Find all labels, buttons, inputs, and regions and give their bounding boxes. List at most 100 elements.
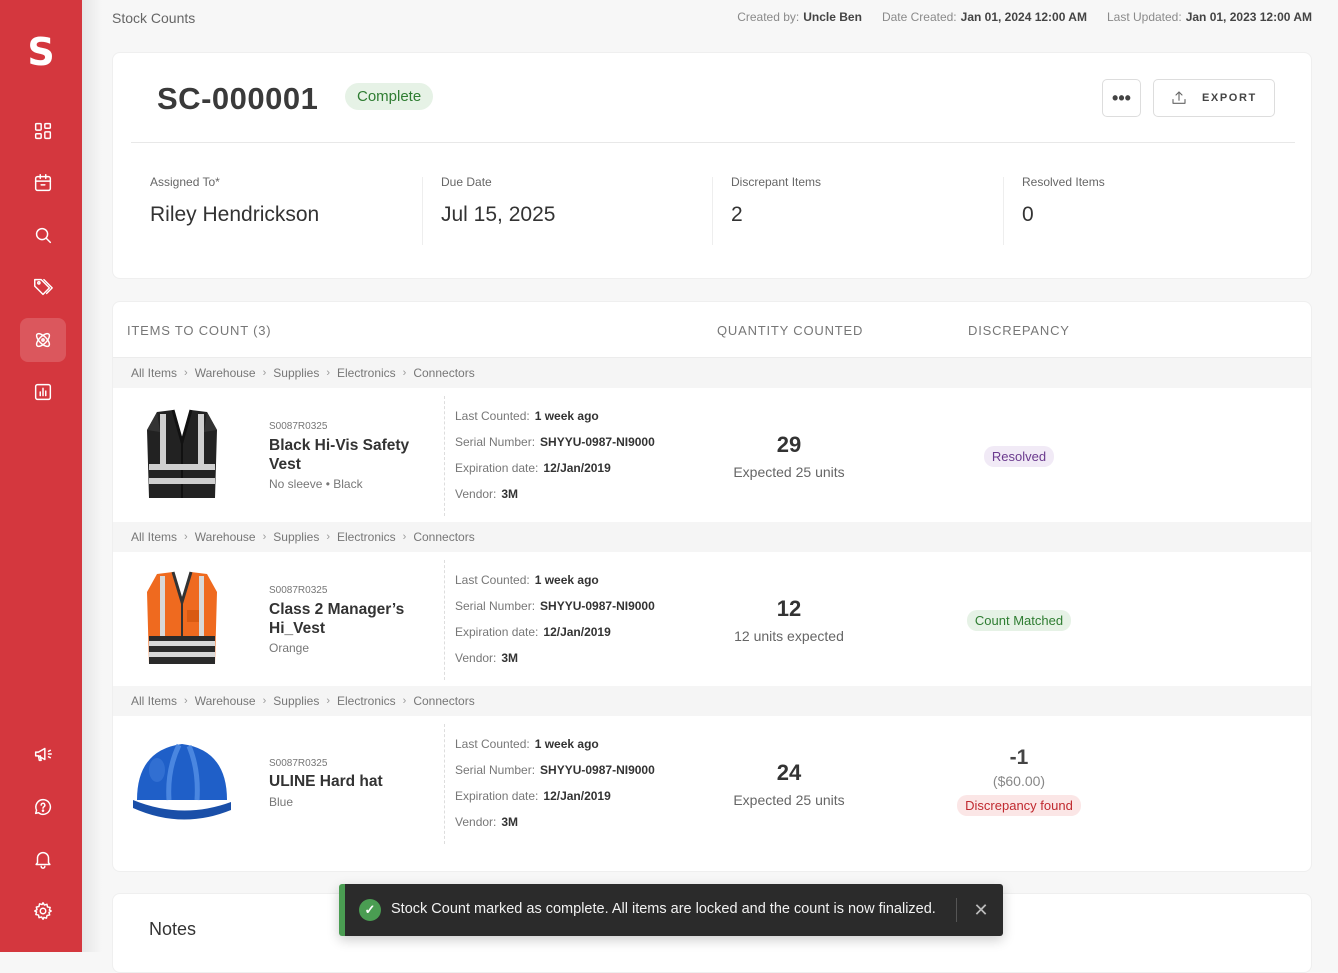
chevron-right-icon: › [262, 367, 267, 379]
last-updated-value: Jan 01, 2023 12:00 AM [1185, 10, 1312, 24]
detail-value: 1 week ago [534, 573, 599, 587]
path-segment[interactable]: Supplies [273, 530, 319, 544]
created-by-label: Created by: [737, 10, 800, 24]
export-button[interactable]: EXPORT [1153, 79, 1275, 117]
notes-title: Notes [149, 919, 197, 939]
quantity-value: 29 [776, 432, 802, 457]
sidebar-item-reports[interactable] [20, 370, 66, 414]
detail-value: SHYYU-0987-NI9000 [540, 599, 655, 613]
discrepancy-amount: ($60.00) [992, 773, 1046, 789]
path-segment[interactable]: Connectors [413, 366, 474, 380]
search-icon [35, 227, 52, 244]
item-name[interactable]: Class 2 Manager’s Hi_Vest [269, 600, 439, 638]
sidebar-item-help[interactable] [20, 785, 66, 829]
sidebar-item-announcements[interactable] [20, 732, 66, 776]
sidebar-shadow [82, 0, 102, 952]
quantity-expected: Expected 25 units [733, 464, 845, 480]
path-segment[interactable]: Electronics [337, 366, 396, 380]
item-variant: Orange [269, 641, 310, 655]
check-circle-icon: ✓ [359, 899, 381, 921]
column-header-discrepancy: DISCREPANCY [968, 323, 1070, 338]
item-name[interactable]: Black Hi-Vis Safety Vest [269, 436, 439, 474]
path-segment[interactable]: Warehouse [195, 694, 256, 708]
stat-value[interactable]: Jul 15, 2025 [441, 203, 555, 227]
discrepancy-cell: Count Matched [939, 610, 1099, 631]
detail-value: 3M [501, 487, 519, 501]
detail-label: Serial Number: [455, 599, 536, 613]
row-divider [444, 396, 445, 516]
table-row[interactable]: S0087R0325 ULINE Hard hat Blue Last Coun… [113, 716, 1311, 850]
stat-value: 2 [731, 203, 743, 226]
chevron-right-icon: › [184, 695, 188, 707]
sidebar-item-notifications[interactable] [20, 837, 66, 881]
sidebar-item-tags[interactable] [20, 265, 66, 309]
path-segment[interactable]: Supplies [273, 366, 319, 380]
orange-vest-image [147, 571, 217, 664]
last-counted: Last Counted: 1 week ago [455, 737, 599, 751]
chevron-right-icon: › [262, 695, 267, 707]
stat-label: Resolved Items [1022, 175, 1105, 189]
path-segment[interactable]: Connectors [413, 530, 474, 544]
item-name[interactable]: ULINE Hard hat [269, 772, 439, 791]
table-row[interactable]: S0087R0325 Class 2 Manager’s Hi_Vest Ora… [113, 552, 1311, 686]
path-segment[interactable]: Warehouse [195, 366, 256, 380]
chevron-right-icon: › [402, 531, 407, 543]
sidebar-item-settings[interactable] [20, 889, 66, 933]
path-segment[interactable]: Electronics [337, 530, 396, 544]
status-badge: Resolved [983, 446, 1055, 467]
item-location-path: All Items › Warehouse › Supplies › Electron… [113, 522, 1311, 552]
detail-value: SHYYU-0987-NI9000 [540, 435, 655, 449]
stock-count-id: SC-000001 [157, 81, 319, 116]
close-icon[interactable]: ✕ [968, 898, 994, 922]
path-segment[interactable]: Connectors [413, 694, 474, 708]
item-variant: No sleeve • Black [269, 477, 363, 491]
stat-label: Due Date [441, 175, 492, 189]
path-segment[interactable]: All Items [131, 366, 177, 380]
stat-divider [422, 177, 423, 245]
vendor: Vendor: 3M [455, 651, 518, 665]
more-icon: ••• [1112, 87, 1131, 108]
date-created-label: Date Created: [881, 10, 957, 24]
export-label: EXPORT [1202, 92, 1257, 104]
last-updated-label: Last Updated: [1106, 10, 1182, 24]
sidebar-item-stock-counts[interactable] [20, 318, 66, 362]
path-segment[interactable]: Electronics [337, 694, 396, 708]
detail-value: 12/Jan/2019 [543, 461, 611, 475]
serial-number: Serial Number: SHYYU-0987-NI9000 [455, 763, 655, 777]
item-sku: S0087R0325 [269, 421, 328, 432]
detail-value: 3M [501, 815, 519, 829]
item-sku: S0087R0325 [269, 585, 328, 596]
more-options-button[interactable]: ••• [1102, 79, 1141, 117]
toast-divider [956, 898, 957, 922]
date-created-value: Jan 01, 2024 12:00 AM [960, 10, 1087, 24]
stat-value[interactable]: Riley Hendrickson [150, 203, 319, 227]
quantity-value: 12 [776, 596, 802, 621]
sidebar-item-calendar[interactable] [20, 161, 66, 205]
quantity-counted: 12 12 units expected [709, 596, 869, 644]
sidebar: S [0, 0, 82, 952]
detail-label: Last Counted: [455, 573, 530, 587]
bar-chart-icon [34, 383, 52, 401]
path-segment[interactable]: All Items [131, 694, 177, 708]
stat-value: 0 [1022, 203, 1034, 226]
table-row[interactable]: S0087R0325 Black Hi-Vis Safety Vest No s… [113, 388, 1311, 522]
calendar-icon [34, 174, 52, 192]
app-logo[interactable]: S [0, 30, 82, 74]
detail-label: Serial Number: [455, 763, 536, 777]
sidebar-item-dashboard[interactable] [20, 109, 66, 153]
detail-label: Vendor: [455, 487, 497, 501]
expiration-date: Expiration date: 12/Jan/2019 [455, 789, 611, 803]
detail-label: Expiration date: [455, 789, 539, 803]
quantity-expected: Expected 25 units [733, 792, 845, 808]
page-title: Stock Counts [112, 10, 196, 26]
grid-icon [34, 122, 52, 140]
path-segment[interactable]: Supplies [273, 694, 319, 708]
item-variant: Blue [269, 795, 294, 809]
date-created: Date Created: Jan 01, 2024 12:00 AM [882, 10, 1087, 24]
row-divider [444, 724, 445, 844]
chevron-right-icon: › [326, 695, 330, 707]
atom-icon [35, 332, 51, 348]
sidebar-item-search[interactable] [20, 213, 66, 257]
path-segment[interactable]: Warehouse [195, 530, 256, 544]
path-segment[interactable]: All Items [131, 530, 177, 544]
